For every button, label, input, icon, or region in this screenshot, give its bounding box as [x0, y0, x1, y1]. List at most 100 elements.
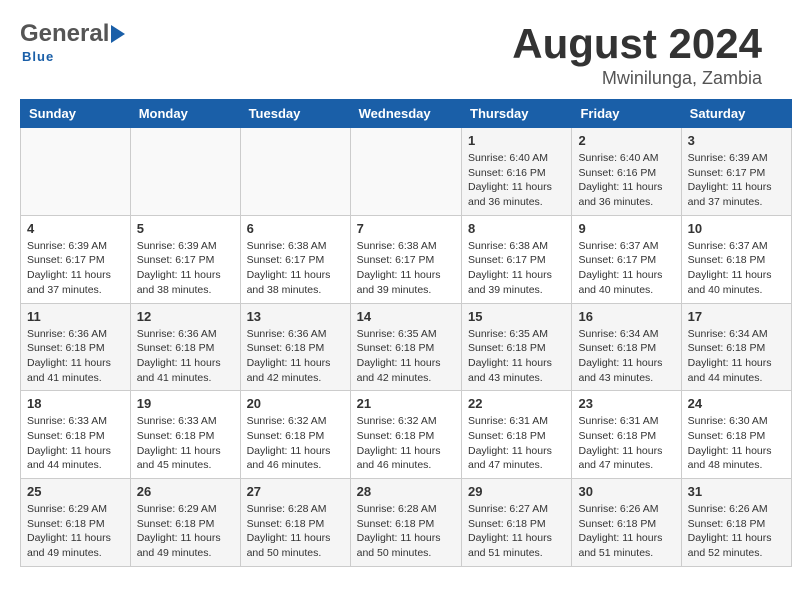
day-info: Sunrise: 6:35 AM Sunset: 6:18 PM Dayligh…	[357, 327, 455, 386]
day-info: Sunrise: 6:36 AM Sunset: 6:18 PM Dayligh…	[247, 327, 344, 386]
day-info: Sunrise: 6:31 AM Sunset: 6:18 PM Dayligh…	[578, 414, 674, 473]
day-info: Sunrise: 6:28 AM Sunset: 6:18 PM Dayligh…	[247, 502, 344, 561]
day-number: 16	[578, 309, 674, 324]
day-number: 15	[468, 309, 565, 324]
calendar-week-3: 11 Sunrise: 6:36 AM Sunset: 6:18 PM Dayli…	[21, 303, 792, 391]
calendar-wrapper: Sunday Monday Tuesday Wednesday Thursday…	[0, 99, 792, 577]
day-number: 29	[468, 484, 565, 499]
page-container: General Blue August 2024 Mwinilunga, Zam…	[0, 0, 792, 577]
table-row: 25 Sunrise: 6:29 AM Sunset: 6:18 PM Dayli…	[21, 479, 131, 567]
day-number: 20	[247, 396, 344, 411]
table-row: 11 Sunrise: 6:36 AM Sunset: 6:18 PM Dayli…	[21, 303, 131, 391]
table-row: 12Sunrise: 6:36 AM Sunset: 6:18 PM Dayli…	[130, 303, 240, 391]
day-number: 27	[247, 484, 344, 499]
day-number: 2	[578, 133, 674, 148]
logo: General Blue	[20, 20, 125, 66]
day-info: Sunrise: 6:39 AM Sunset: 6:17 PM Dayligh…	[137, 239, 234, 298]
day-number: 1	[468, 133, 565, 148]
day-number: 3	[688, 133, 785, 148]
header-saturday: Saturday	[681, 100, 791, 128]
day-info: Sunrise: 6:39 AM Sunset: 6:17 PM Dayligh…	[27, 239, 124, 298]
table-row: 19Sunrise: 6:33 AM Sunset: 6:18 PM Dayli…	[130, 391, 240, 479]
day-info: Sunrise: 6:40 AM Sunset: 6:16 PM Dayligh…	[578, 151, 674, 210]
day-info: Sunrise: 6:39 AM Sunset: 6:17 PM Dayligh…	[688, 151, 785, 210]
calendar-week-5: 25 Sunrise: 6:29 AM Sunset: 6:18 PM Dayli…	[21, 479, 792, 567]
table-row: 20 Sunrise: 6:32 AM Sunset: 6:18 PM Dayli…	[240, 391, 350, 479]
day-number: 9	[578, 221, 674, 236]
table-row	[21, 128, 131, 216]
header-wednesday: Wednesday	[350, 100, 461, 128]
calendar-week-1: 1 Sunrise: 6:40 AM Sunset: 6:16 PM Daylig…	[21, 128, 792, 216]
logo-arrow-icon	[111, 25, 125, 43]
logo-blue-text: Blue	[22, 49, 54, 64]
month-year-title: August 2024	[512, 20, 762, 68]
day-info: Sunrise: 6:28 AM Sunset: 6:18 PM Dayligh…	[357, 502, 455, 561]
day-number: 8	[468, 221, 565, 236]
table-row: 8Sunrise: 6:38 AM Sunset: 6:17 PM Daylig…	[462, 215, 572, 303]
table-row	[350, 128, 461, 216]
title-section: August 2024 Mwinilunga, Zambia	[512, 20, 762, 89]
day-info: Sunrise: 6:37 AM Sunset: 6:17 PM Dayligh…	[578, 239, 674, 298]
day-number: 22	[468, 396, 565, 411]
day-number: 17	[688, 309, 785, 324]
day-number: 18	[27, 396, 124, 411]
table-row: 16Sunrise: 6:34 AM Sunset: 6:18 PM Dayli…	[572, 303, 681, 391]
table-row	[130, 128, 240, 216]
day-number: 12	[137, 309, 234, 324]
day-number: 21	[357, 396, 455, 411]
table-row: 9 Sunrise: 6:37 AM Sunset: 6:17 PM Daylig…	[572, 215, 681, 303]
calendar-table: Sunday Monday Tuesday Wednesday Thursday…	[20, 99, 792, 567]
day-number: 19	[137, 396, 234, 411]
table-row: 17 Sunrise: 6:34 AM Sunset: 6:18 PM Dayli…	[681, 303, 791, 391]
table-row: 14Sunrise: 6:35 AM Sunset: 6:18 PM Dayli…	[350, 303, 461, 391]
day-number: 26	[137, 484, 234, 499]
day-info: Sunrise: 6:29 AM Sunset: 6:18 PM Dayligh…	[27, 502, 124, 561]
day-info: Sunrise: 6:35 AM Sunset: 6:18 PM Dayligh…	[468, 327, 565, 386]
table-row: 26 Sunrise: 6:29 AM Sunset: 6:18 PM Dayli…	[130, 479, 240, 567]
table-row: 13 Sunrise: 6:36 AM Sunset: 6:18 PM Dayli…	[240, 303, 350, 391]
day-info: Sunrise: 6:29 AM Sunset: 6:18 PM Dayligh…	[137, 502, 234, 561]
table-row: 7 Sunrise: 6:38 AM Sunset: 6:17 PM Daylig…	[350, 215, 461, 303]
day-info: Sunrise: 6:40 AM Sunset: 6:16 PM Dayligh…	[468, 151, 565, 210]
day-info: Sunrise: 6:32 AM Sunset: 6:18 PM Dayligh…	[247, 414, 344, 473]
day-info: Sunrise: 6:38 AM Sunset: 6:17 PM Dayligh…	[357, 239, 455, 298]
day-info: Sunrise: 6:34 AM Sunset: 6:18 PM Dayligh…	[688, 327, 785, 386]
table-row: 2 Sunrise: 6:40 AM Sunset: 6:16 PM Daylig…	[572, 128, 681, 216]
table-row: 5 Sunrise: 6:39 AM Sunset: 6:17 PM Daylig…	[130, 215, 240, 303]
header-tuesday: Tuesday	[240, 100, 350, 128]
table-row: 31 Sunrise: 6:26 AM Sunset: 6:18 PM Dayli…	[681, 479, 791, 567]
table-row: 29 Sunrise: 6:27 AM Sunset: 6:18 PM Dayli…	[462, 479, 572, 567]
day-number: 31	[688, 484, 785, 499]
calendar-week-2: 4 Sunrise: 6:39 AM Sunset: 6:17 PM Daylig…	[21, 215, 792, 303]
table-row: 30Sunrise: 6:26 AM Sunset: 6:18 PM Dayli…	[572, 479, 681, 567]
table-row	[240, 128, 350, 216]
day-number: 5	[137, 221, 234, 236]
calendar-week-4: 18 Sunrise: 6:33 AM Sunset: 6:18 PM Dayli…	[21, 391, 792, 479]
day-info: Sunrise: 6:31 AM Sunset: 6:18 PM Dayligh…	[468, 414, 565, 473]
day-info: Sunrise: 6:30 AM Sunset: 6:18 PM Dayligh…	[688, 414, 785, 473]
day-number: 4	[27, 221, 124, 236]
header-thursday: Thursday	[462, 100, 572, 128]
day-number: 13	[247, 309, 344, 324]
table-row: 21Sunrise: 6:32 AM Sunset: 6:18 PM Dayli…	[350, 391, 461, 479]
table-row: 28 Sunrise: 6:28 AM Sunset: 6:18 PM Dayli…	[350, 479, 461, 567]
day-info: Sunrise: 6:36 AM Sunset: 6:18 PM Dayligh…	[27, 327, 124, 386]
day-info: Sunrise: 6:27 AM Sunset: 6:18 PM Dayligh…	[468, 502, 565, 561]
day-info: Sunrise: 6:26 AM Sunset: 6:18 PM Dayligh…	[688, 502, 785, 561]
header-sunday: Sunday	[21, 100, 131, 128]
day-info: Sunrise: 6:26 AM Sunset: 6:18 PM Dayligh…	[578, 502, 674, 561]
day-number: 25	[27, 484, 124, 499]
day-number: 6	[247, 221, 344, 236]
day-number: 28	[357, 484, 455, 499]
day-number: 24	[688, 396, 785, 411]
table-row: 1 Sunrise: 6:40 AM Sunset: 6:16 PM Daylig…	[462, 128, 572, 216]
page-header: General Blue August 2024 Mwinilunga, Zam…	[0, 0, 792, 99]
header-monday: Monday	[130, 100, 240, 128]
table-row: 10Sunrise: 6:37 AM Sunset: 6:18 PM Dayli…	[681, 215, 791, 303]
day-info: Sunrise: 6:33 AM Sunset: 6:18 PM Dayligh…	[27, 414, 124, 473]
day-info: Sunrise: 6:37 AM Sunset: 6:18 PM Dayligh…	[688, 239, 785, 298]
day-number: 11	[27, 309, 124, 324]
day-number: 7	[357, 221, 455, 236]
table-row: 3 Sunrise: 6:39 AM Sunset: 6:17 PM Daylig…	[681, 128, 791, 216]
table-row: 6Sunrise: 6:38 AM Sunset: 6:17 PM Daylig…	[240, 215, 350, 303]
